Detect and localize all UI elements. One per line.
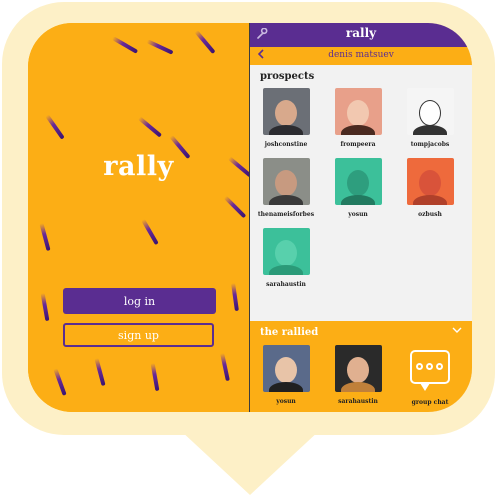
- prospect-item[interactable]: ozbush: [400, 158, 460, 218]
- prospect-name: tompjacobs: [410, 141, 450, 148]
- rallied-item[interactable]: yosun: [256, 345, 316, 405]
- rallied-item[interactable]: sarahaustin: [328, 345, 388, 405]
- profile-name: denis matsuev: [328, 50, 394, 60]
- group-chat-item[interactable]: group chat: [400, 345, 460, 406]
- decorative-streak: [146, 39, 174, 55]
- app-title: rally: [345, 26, 377, 40]
- avatar: [262, 158, 310, 205]
- signup-button[interactable]: sign up: [63, 323, 214, 347]
- decorative-streak: [223, 195, 247, 219]
- decorative-streak: [45, 114, 65, 140]
- avatar: [262, 228, 310, 275]
- app-header: rally: [250, 23, 472, 47]
- avatar: [262, 345, 310, 392]
- app-panel: rally denis matsuev prospects joshconsti…: [250, 23, 472, 412]
- decorative-streak: [137, 116, 163, 138]
- avatar: [334, 345, 382, 392]
- avatar: [334, 88, 382, 135]
- profile-subbar: denis matsuev: [250, 47, 472, 65]
- prospect-item[interactable]: frompeera: [328, 88, 388, 148]
- prospect-name: ozbush: [418, 211, 442, 218]
- prospect-item[interactable]: tompjacobs: [400, 88, 460, 148]
- rallied-heading: the rallied: [260, 327, 319, 338]
- prospect-name: thenameisforbes: [257, 211, 315, 218]
- decorative-streak: [53, 368, 67, 396]
- avatar: [406, 158, 454, 205]
- login-button[interactable]: log in: [63, 288, 216, 314]
- prospect-name: yosun: [348, 211, 368, 218]
- rallied-panel: the rallied yosun sarahaustin group chat: [250, 321, 472, 412]
- rallied-name: yosun: [276, 398, 296, 405]
- device-screen: rally log in sign up rally denis matsuev…: [28, 23, 472, 412]
- speech-bubble-tail: [180, 430, 320, 495]
- rallied-name: sarahaustin: [338, 398, 378, 405]
- decorative-streak: [220, 352, 230, 382]
- decorative-streak: [141, 218, 159, 246]
- avatar: [334, 158, 382, 205]
- decorative-streak: [111, 36, 139, 54]
- decorative-streak: [39, 222, 51, 252]
- splash-panel: rally log in sign up: [28, 23, 249, 412]
- app-logo: rally: [103, 151, 174, 182]
- decorative-streak: [231, 282, 239, 312]
- decorative-streak: [40, 292, 50, 322]
- avatar: [406, 88, 454, 135]
- decorative-streak: [150, 362, 160, 392]
- prospect-name: frompeera: [340, 141, 376, 148]
- prospect-item[interactable]: sarahaustin: [256, 228, 316, 288]
- chat-bubble-icon: [410, 350, 450, 391]
- group-chat-label: group chat: [411, 399, 449, 406]
- chevron-down-icon[interactable]: [452, 327, 462, 337]
- avatar: [262, 88, 310, 135]
- prospects-heading: prospects: [260, 71, 315, 82]
- prospect-item[interactable]: thenameisforbes: [256, 158, 316, 218]
- prospect-item[interactable]: yosun: [328, 158, 388, 218]
- prospect-name: joshconstine: [264, 141, 308, 148]
- prospect-item[interactable]: joshconstine: [256, 88, 316, 148]
- decorative-streak: [194, 29, 216, 55]
- prospect-name: sarahaustin: [266, 281, 306, 288]
- decorative-streak: [94, 357, 106, 387]
